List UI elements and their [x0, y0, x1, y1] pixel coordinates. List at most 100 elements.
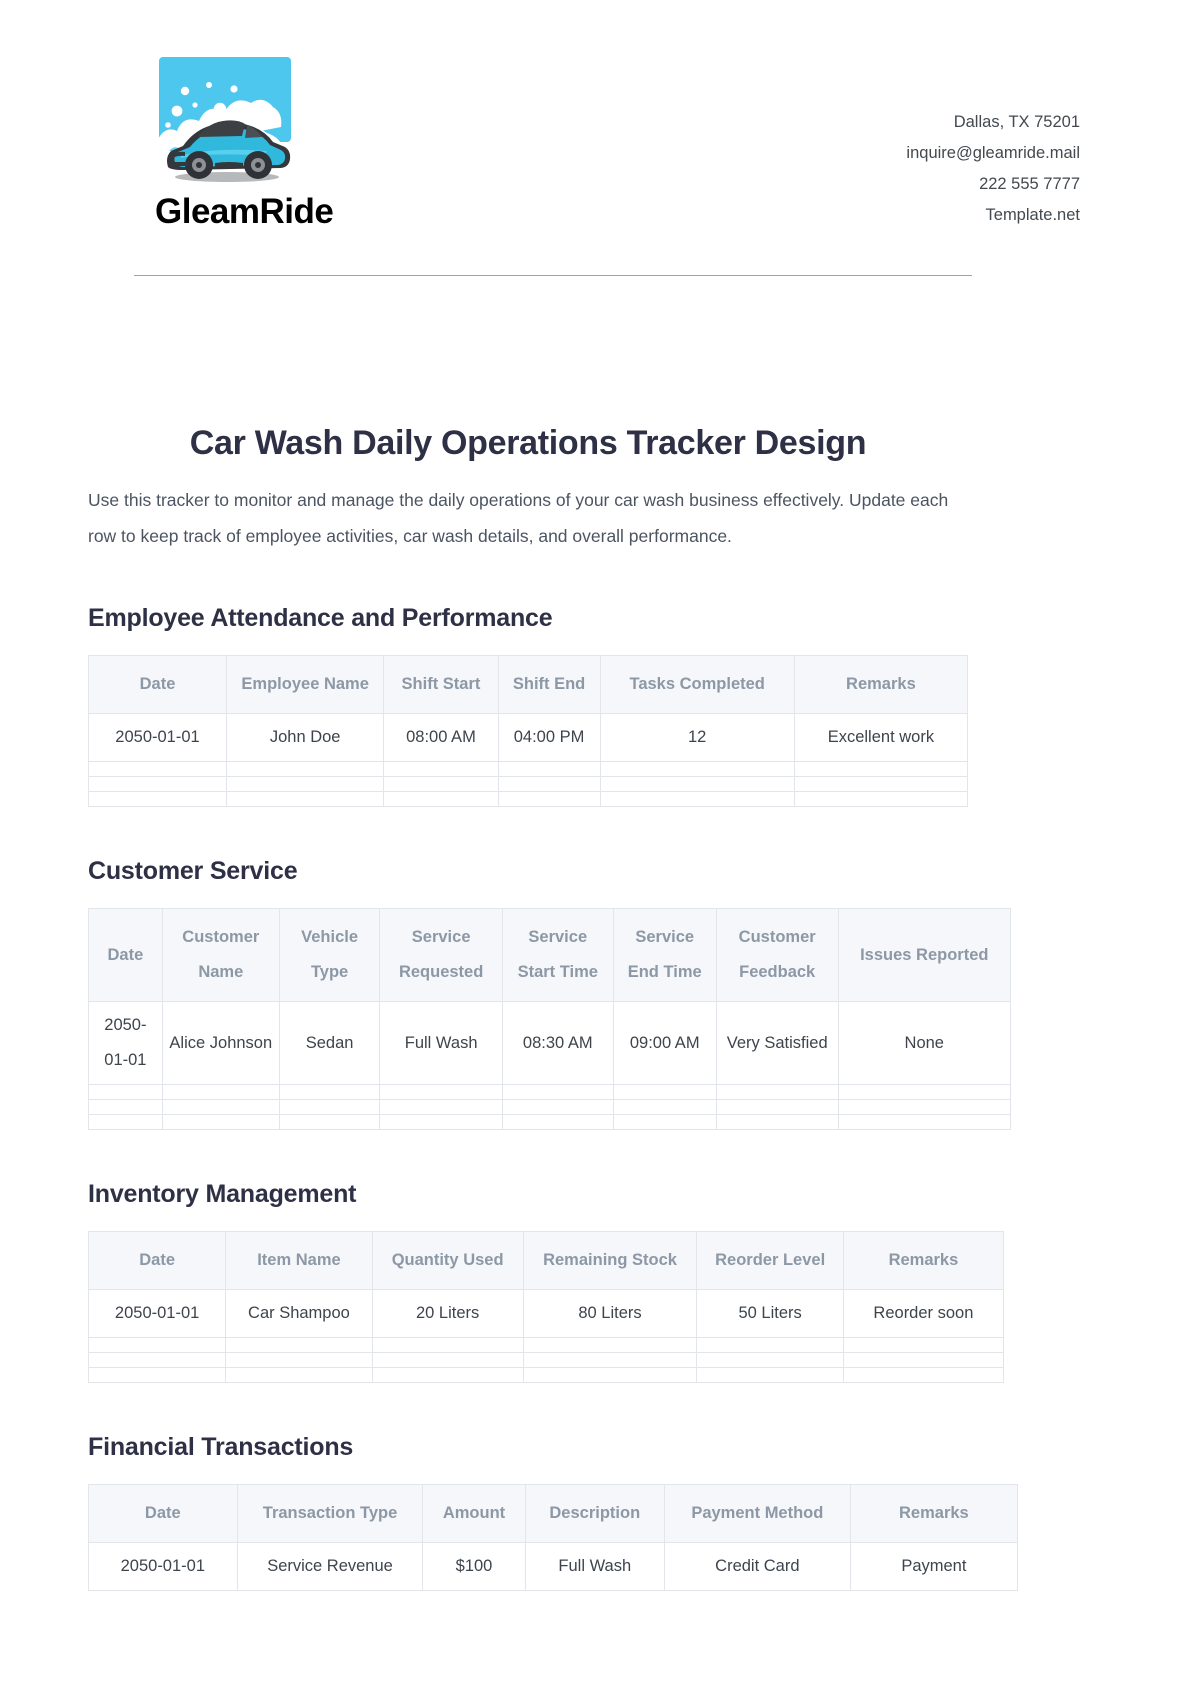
table-cell-empty[interactable] — [837, 1099, 1012, 1115]
table-cell[interactable]: 08:30 AM — [501, 1001, 614, 1085]
table-cell[interactable]: 12 — [599, 713, 795, 762]
table-cell[interactable]: 09:00 AM — [612, 1001, 717, 1085]
table-row-empty[interactable] — [87, 1367, 1005, 1383]
table-cell-empty[interactable] — [88, 791, 227, 807]
table-row: 2050-01-01 Car Shampoo 20 Liters 80 Liters 5… — [87, 1289, 1005, 1338]
table-cell-empty[interactable] — [383, 761, 499, 777]
table-cell-empty[interactable] — [88, 1099, 163, 1115]
table-cell[interactable]: 08:00 AM — [383, 713, 499, 762]
section-title-financial-transactions: Financial Transactions — [88, 1433, 354, 1461]
table-cell-empty[interactable] — [497, 761, 601, 777]
table-row-empty[interactable] — [87, 1352, 1005, 1368]
table-cell-empty[interactable] — [715, 1084, 839, 1100]
table-cell-empty[interactable] — [278, 1099, 381, 1115]
table-cell-empty[interactable] — [371, 1352, 524, 1368]
table-cell[interactable]: Full Wash — [524, 1542, 665, 1591]
table-cell-empty[interactable] — [696, 1367, 844, 1383]
table-cell-empty[interactable] — [842, 1352, 1005, 1368]
table-cell[interactable]: Service Revenue — [236, 1542, 424, 1591]
table-row-empty[interactable] — [88, 1084, 1012, 1100]
table-cell[interactable]: $100 — [422, 1542, 526, 1591]
table-cell[interactable]: None — [837, 1001, 1012, 1085]
table-cell-empty[interactable] — [522, 1352, 698, 1368]
table-cell-empty[interactable] — [225, 791, 385, 807]
table-cell-empty[interactable] — [225, 1337, 373, 1353]
table-cell-empty[interactable] — [88, 1114, 163, 1130]
table-cell[interactable]: Very Satisfied — [715, 1001, 839, 1085]
table-cell-empty[interactable] — [696, 1352, 844, 1368]
table-cell[interactable]: Sedan — [278, 1001, 381, 1085]
table-cell-empty[interactable] — [793, 791, 969, 807]
table-cell-empty[interactable] — [612, 1099, 717, 1115]
table-row-empty[interactable] — [87, 1337, 1005, 1353]
table-cell-empty[interactable] — [88, 1084, 163, 1100]
table-cell[interactable]: Reorder soon — [842, 1289, 1005, 1338]
table-cell-empty[interactable] — [88, 776, 227, 792]
table-row-empty[interactable] — [88, 1099, 1012, 1115]
table-cell-empty[interactable] — [793, 761, 969, 777]
table-cell-empty[interactable] — [837, 1114, 1012, 1130]
table-cell-empty[interactable] — [612, 1084, 717, 1100]
table-cell-empty[interactable] — [842, 1367, 1005, 1383]
table-cell-empty[interactable] — [379, 1084, 503, 1100]
column-header: Customer Name — [161, 908, 280, 1002]
table-cell-empty[interactable] — [696, 1337, 844, 1353]
table-cell-empty[interactable] — [501, 1099, 614, 1115]
table-cell[interactable]: Car Shampoo — [225, 1289, 373, 1338]
table-cell-empty[interactable] — [225, 1367, 373, 1383]
table-cell-empty[interactable] — [87, 1352, 227, 1368]
table-cell-empty[interactable] — [715, 1114, 839, 1130]
table-cell-empty[interactable] — [161, 1099, 280, 1115]
table-cell[interactable]: 2050-01-01 — [88, 1001, 163, 1085]
table-cell-empty[interactable] — [842, 1337, 1005, 1353]
table-row-empty[interactable] — [88, 1114, 1012, 1130]
table-cell[interactable]: Payment — [849, 1542, 1019, 1591]
table-cell-empty[interactable] — [837, 1084, 1012, 1100]
table-cell-empty[interactable] — [501, 1084, 614, 1100]
table-cell-empty[interactable] — [161, 1114, 280, 1130]
table-cell-empty[interactable] — [379, 1099, 503, 1115]
table-cell[interactable]: John Doe — [225, 713, 385, 762]
table-cell-empty[interactable] — [379, 1114, 503, 1130]
table-row-empty[interactable] — [88, 761, 969, 777]
table-cell-empty[interactable] — [599, 761, 795, 777]
table-cell[interactable]: 2050-01-01 — [88, 1542, 238, 1591]
table-cell[interactable]: Alice Johnson — [161, 1001, 280, 1085]
table-cell-empty[interactable] — [278, 1084, 381, 1100]
table-cell-empty[interactable] — [225, 1352, 373, 1368]
table-cell-empty[interactable] — [522, 1337, 698, 1353]
table-cell-empty[interactable] — [278, 1114, 381, 1130]
table-cell-empty[interactable] — [793, 776, 969, 792]
table-financial-transactions: Date Transaction Type Amount Description Pay… — [88, 1484, 1019, 1591]
table-cell-empty[interactable] — [383, 776, 499, 792]
table-cell-empty[interactable] — [599, 776, 795, 792]
table-cell-empty[interactable] — [501, 1114, 614, 1130]
table-cell[interactable]: 04:00 PM — [497, 713, 601, 762]
table-cell-empty[interactable] — [87, 1367, 227, 1383]
table-cell-empty[interactable] — [522, 1367, 698, 1383]
table-cell-empty[interactable] — [161, 1084, 280, 1100]
table-cell[interactable]: 50 Liters — [696, 1289, 844, 1338]
table-row-empty[interactable] — [88, 776, 969, 792]
table-cell-empty[interactable] — [371, 1337, 524, 1353]
table-cell-empty[interactable] — [371, 1367, 524, 1383]
table-cell-empty[interactable] — [225, 776, 385, 792]
table-cell[interactable]: Full Wash — [379, 1001, 503, 1085]
table-cell-empty[interactable] — [88, 761, 227, 777]
page-title: Car Wash Daily Operations Tracker Design — [189, 424, 867, 462]
table-cell-empty[interactable] — [383, 791, 499, 807]
table-row-empty[interactable] — [88, 791, 969, 807]
table-cell[interactable]: Credit Card — [663, 1542, 851, 1591]
table-cell-empty[interactable] — [599, 791, 795, 807]
table-cell-empty[interactable] — [497, 776, 601, 792]
table-cell-empty[interactable] — [87, 1337, 227, 1353]
table-cell[interactable]: 80 Liters — [522, 1289, 698, 1338]
table-cell[interactable]: Excellent work — [793, 713, 969, 762]
table-cell-empty[interactable] — [612, 1114, 717, 1130]
table-cell[interactable]: 2050-01-01 — [88, 713, 227, 762]
table-cell[interactable]: 20 Liters — [371, 1289, 524, 1338]
table-cell-empty[interactable] — [715, 1099, 839, 1115]
table-cell-empty[interactable] — [497, 791, 601, 807]
table-cell[interactable]: 2050-01-01 — [87, 1289, 227, 1338]
table-cell-empty[interactable] — [225, 761, 385, 777]
